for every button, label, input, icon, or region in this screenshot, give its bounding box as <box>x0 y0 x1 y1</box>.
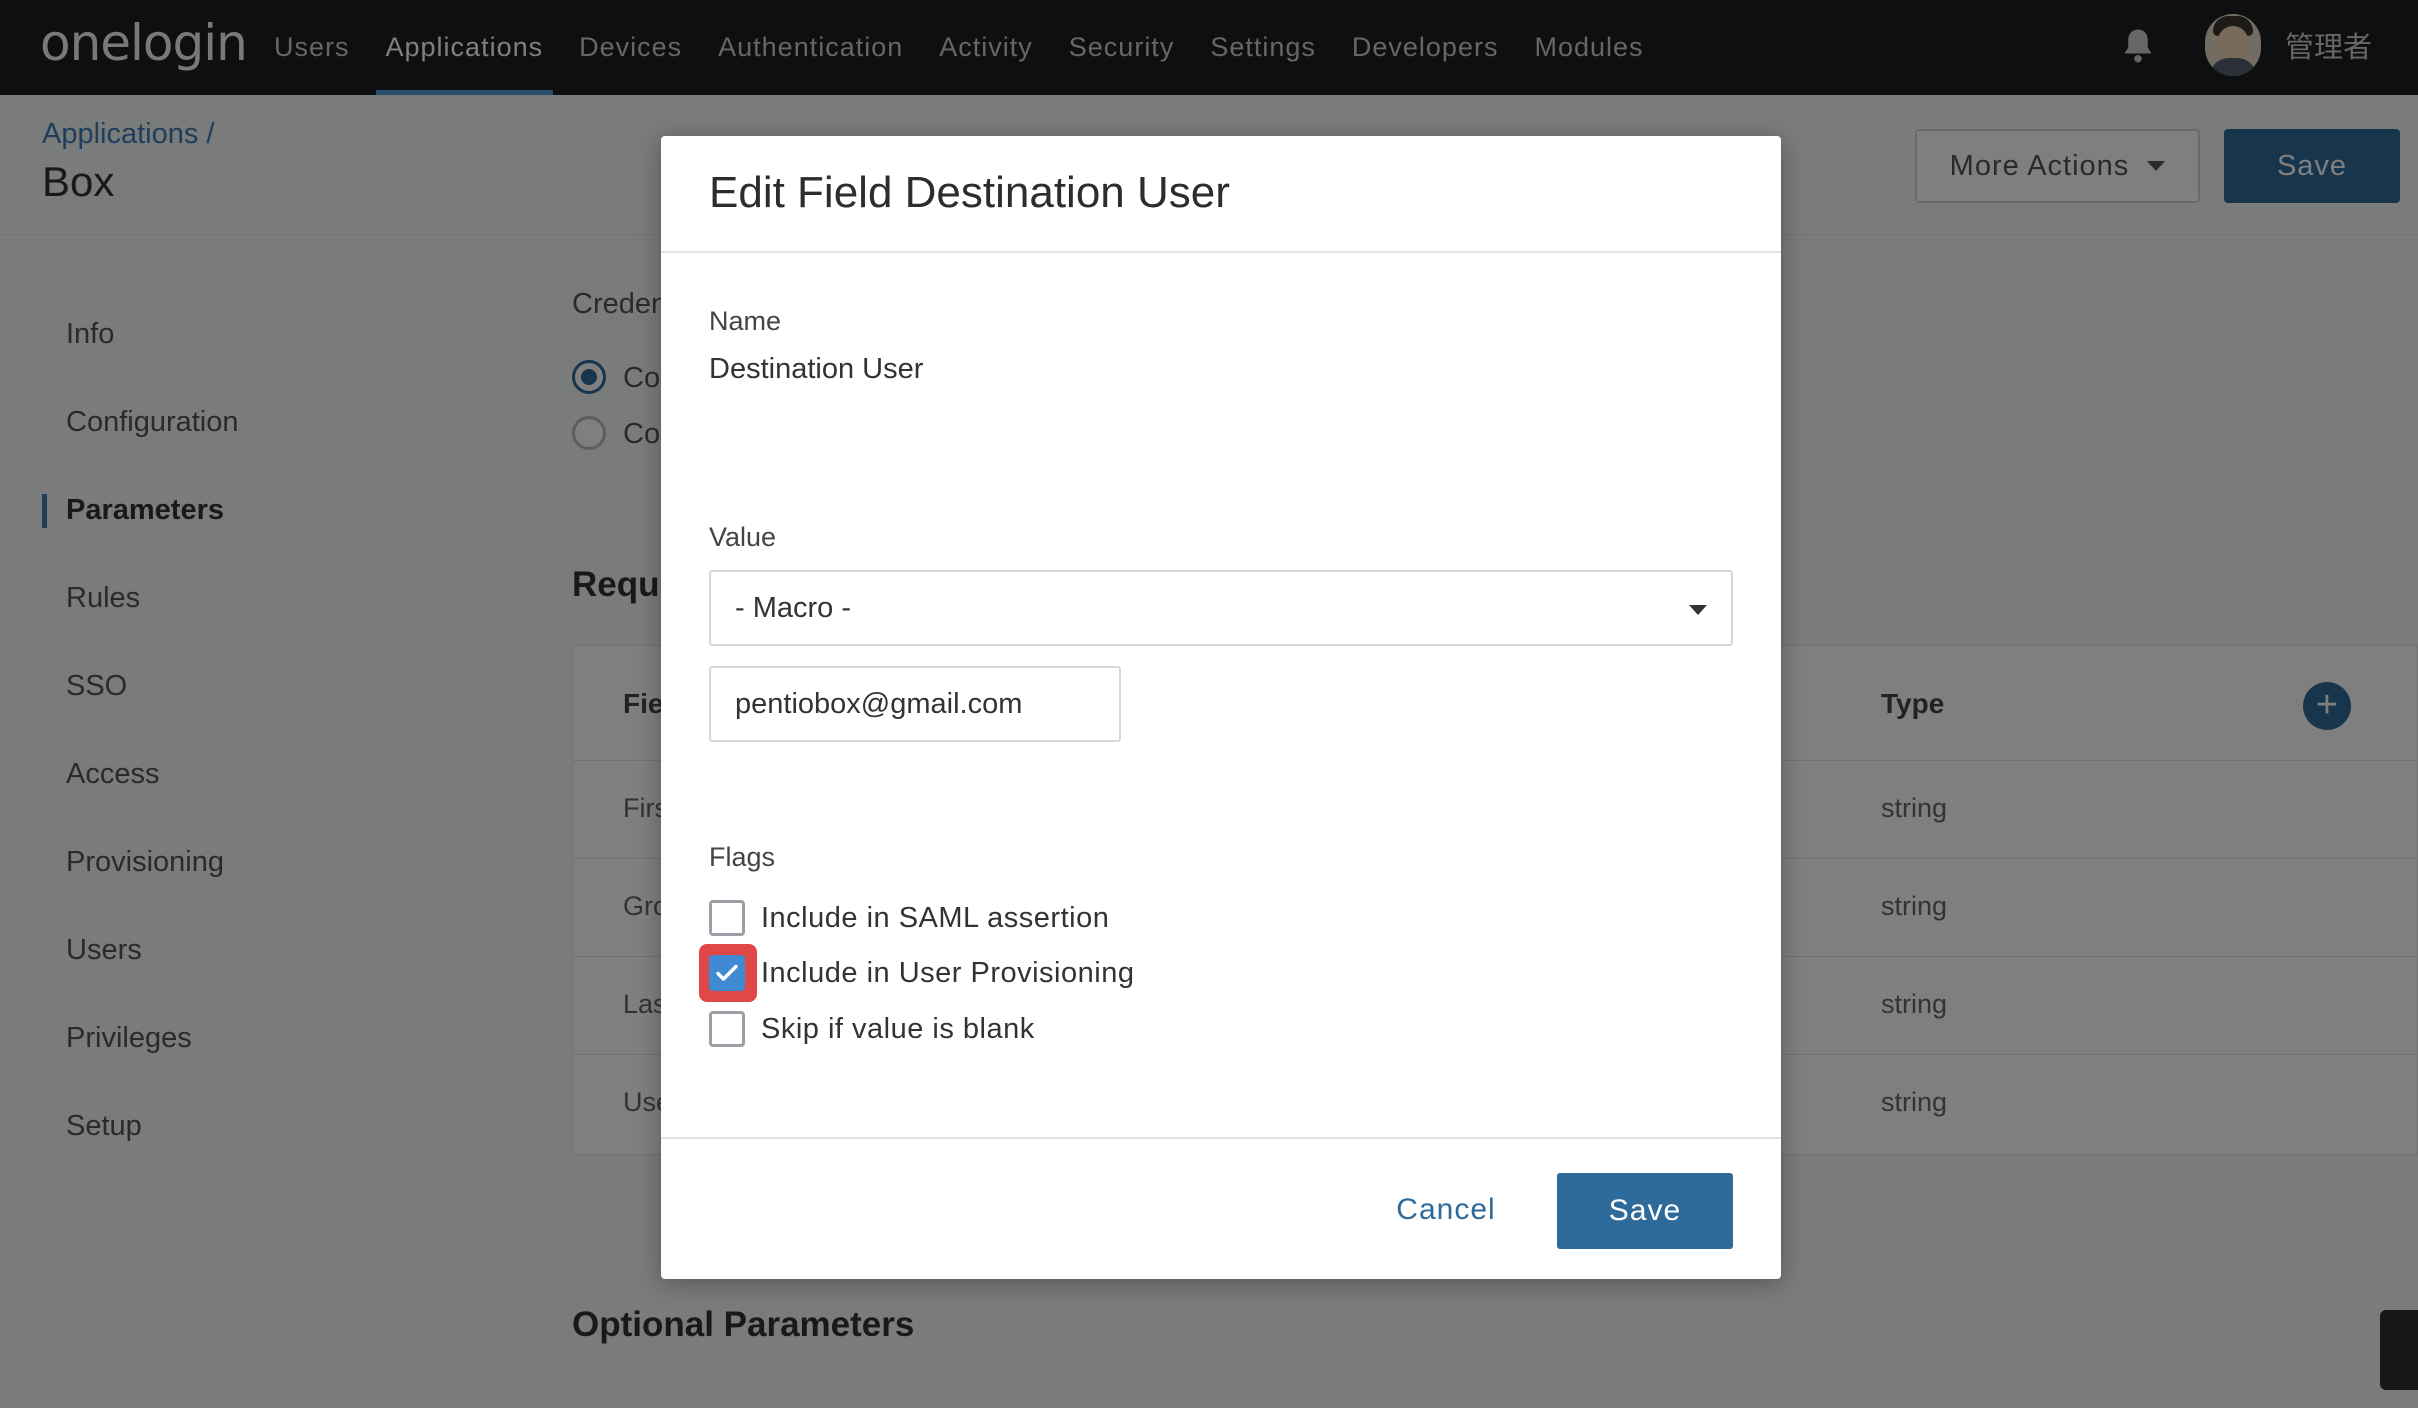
skip-blank-checkbox[interactable] <box>709 1011 745 1047</box>
name-value: Destination User <box>709 353 924 385</box>
save-button[interactable]: Save <box>1557 1173 1733 1249</box>
dialog-header: Edit Field Destination User <box>661 136 1781 253</box>
chevron-down-icon <box>1689 605 1707 615</box>
flags-label: Flags <box>709 842 776 872</box>
user-provisioning-checkbox[interactable] <box>709 955 745 991</box>
value-select[interactable]: - Macro - <box>709 570 1733 646</box>
user-provisioning-label: Include in User Provisioning <box>761 956 1135 989</box>
dialog-title: Edit Field Destination User <box>709 168 1230 217</box>
value-label: Value <box>709 522 777 552</box>
dialog-footer: Cancel Save <box>661 1137 1781 1279</box>
edit-field-dialog: Edit Field Destination User Name Destina… <box>661 136 1781 1279</box>
name-label: Name <box>709 306 782 336</box>
checkmark-icon <box>716 964 738 981</box>
saml-assertion-label: Include in SAML assertion <box>761 901 1110 934</box>
cancel-button[interactable]: Cancel <box>1381 1185 1511 1235</box>
saml-assertion-checkbox[interactable] <box>709 900 745 936</box>
flag-user-provisioning[interactable]: Include in User Provisioning <box>709 953 1134 993</box>
flag-skip-blank[interactable]: Skip if value is blank <box>709 1009 1035 1049</box>
macro-input[interactable] <box>709 666 1121 742</box>
flag-saml-assertion[interactable]: Include in SAML assertion <box>709 898 1109 938</box>
value-select-text: - Macro - <box>735 592 851 624</box>
skip-blank-label: Skip if value is blank <box>761 1012 1035 1045</box>
